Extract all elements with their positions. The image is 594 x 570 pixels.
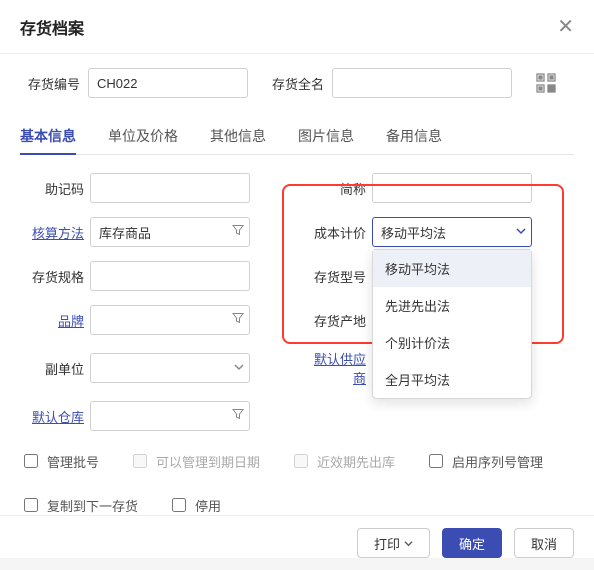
check-expiry: 可以管理到期日期 (129, 451, 260, 471)
cost-select[interactable] (372, 217, 532, 247)
dropdown-option[interactable]: 全月平均法 (373, 361, 531, 398)
tabs: 基本信息 单位及价格 其他信息 图片信息 备用信息 (20, 118, 574, 155)
dropdown-option[interactable]: 个别计价法 (373, 324, 531, 361)
shortname-input[interactable] (372, 173, 532, 203)
chevron-down-icon (404, 539, 413, 548)
modal-body: 存货编号 存货全名 基本信息 单位及价格 其他信息 图片信息 (0, 54, 594, 515)
row-shortname: 简称 (302, 173, 574, 203)
ok-button[interactable]: 确定 (442, 528, 502, 558)
check-batch-box[interactable] (24, 454, 38, 468)
alt-unit-select[interactable] (90, 353, 250, 383)
top-row: 存货编号 存货全名 (20, 68, 574, 98)
check-copy-label: 复制到下一存货 (47, 496, 138, 515)
fullname-label: 存货全名 (268, 74, 324, 93)
check-batch[interactable]: 管理批号 (20, 451, 99, 471)
method-input[interactable] (90, 217, 250, 247)
row-brand: 品牌 (20, 305, 292, 335)
modal-title: 存货档案 (20, 15, 84, 39)
dropdown-option[interactable]: 先进先出法 (373, 287, 531, 324)
mnemonic-label: 助记码 (20, 179, 84, 198)
row-alt-unit: 副单位 (20, 349, 292, 387)
close-icon[interactable]: ✕ (557, 14, 574, 39)
spec-input[interactable] (90, 261, 250, 291)
check-copy-box[interactable] (24, 498, 38, 512)
check-expiry-box (133, 454, 147, 468)
row-method: 核算方法 (20, 217, 292, 247)
check-expiry-label: 可以管理到期日期 (156, 452, 260, 471)
warehouse-input[interactable] (90, 401, 250, 431)
method-label[interactable]: 核算方法 (20, 223, 84, 242)
model-label: 存货型号 (302, 267, 366, 286)
row-mnemonic: 助记码 (20, 173, 292, 203)
modal-header: 存货档案 ✕ (0, 0, 594, 54)
cancel-button[interactable]: 取消 (514, 528, 574, 558)
shortname-label: 简称 (302, 179, 366, 198)
check-row-2: 复制到下一存货 停用 (20, 495, 574, 515)
check-near-expiry: 近效期先出库 (290, 451, 395, 471)
tab-image[interactable]: 图片信息 (298, 118, 354, 154)
cost-label: 成本计价 (302, 223, 366, 242)
alt-unit-label: 副单位 (20, 359, 84, 378)
check-batch-label: 管理批号 (47, 452, 99, 471)
cost-dropdown-menu: 移动平均法 先进先出法 个别计价法 全月平均法 (372, 249, 532, 399)
check-disable-label: 停用 (195, 496, 221, 515)
check-near-box (294, 454, 308, 468)
check-row-1: 管理批号 可以管理到期日期 近效期先出库 启用序列号管理 (20, 451, 574, 471)
check-serial-box[interactable] (429, 454, 443, 468)
dropdown-option[interactable]: 移动平均法 (373, 250, 531, 287)
origin-label: 存货产地 (302, 311, 366, 330)
check-disable-box[interactable] (172, 498, 186, 512)
row-spec: 存货规格 (20, 261, 292, 291)
spec-label: 存货规格 (20, 267, 84, 286)
tab-reserve[interactable]: 备用信息 (386, 118, 442, 154)
code-label: 存货编号 (20, 74, 80, 93)
check-copy-next[interactable]: 复制到下一存货 (20, 495, 138, 515)
modal-footer: 打印 确定 取消 (0, 515, 594, 570)
check-disable[interactable]: 停用 (168, 495, 221, 515)
inventory-modal: 存货档案 ✕ 存货编号 存货全名 (0, 0, 594, 558)
print-label: 打印 (374, 534, 400, 553)
field-code: 存货编号 (20, 68, 248, 98)
warehouse-label[interactable]: 默认仓库 (20, 407, 84, 426)
mnemonic-input[interactable] (90, 173, 250, 203)
print-button[interactable]: 打印 (357, 528, 430, 558)
check-serial-label: 启用序列号管理 (452, 452, 543, 471)
tab-unit-price[interactable]: 单位及价格 (108, 118, 178, 154)
supplier-label[interactable]: 默认供应商 (302, 349, 366, 387)
brand-label[interactable]: 品牌 (20, 311, 84, 330)
field-fullname: 存货全名 (268, 68, 512, 98)
row-default-warehouse: 默认仓库 (20, 401, 292, 431)
check-serial[interactable]: 启用序列号管理 (425, 451, 543, 471)
code-input[interactable] (88, 68, 248, 98)
brand-input[interactable] (90, 305, 250, 335)
form-grid: 助记码 简称 核算方法 成本计价 (20, 173, 574, 431)
check-near-label: 近效期先出库 (317, 452, 395, 471)
qrcode-icon[interactable] (532, 69, 560, 97)
tab-basic[interactable]: 基本信息 (20, 118, 76, 154)
tab-other[interactable]: 其他信息 (210, 118, 266, 154)
row-cost-method: 成本计价 移动平均法 先进先出法 个别计价法 全月平均法 (302, 217, 574, 247)
fullname-input[interactable] (332, 68, 512, 98)
